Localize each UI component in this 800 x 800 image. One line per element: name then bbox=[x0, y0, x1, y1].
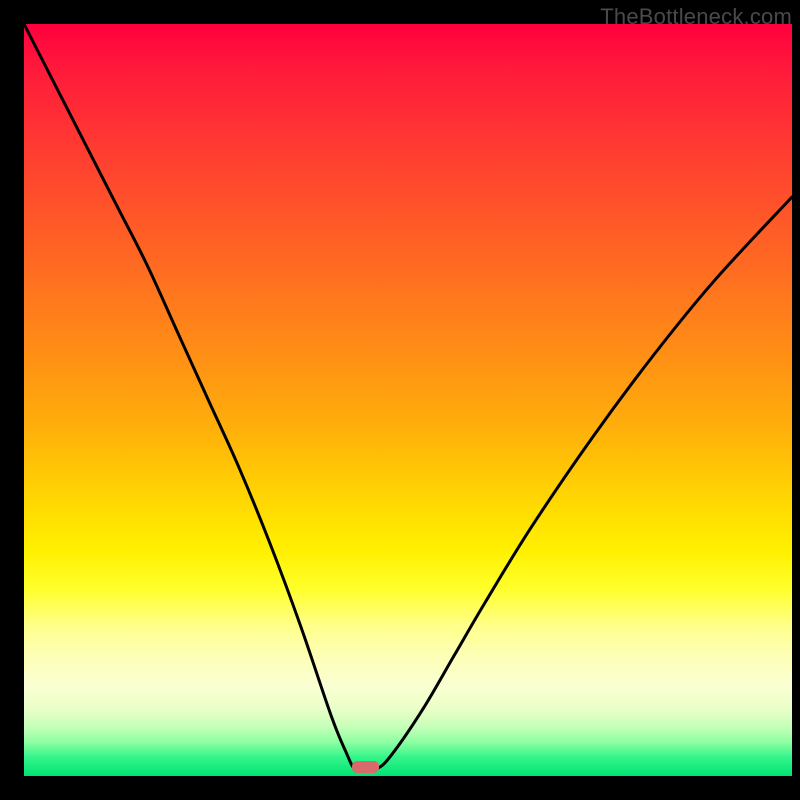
curve-layer bbox=[24, 24, 792, 776]
bottleneck-curve bbox=[24, 24, 792, 770]
chart-frame: TheBottleneck.com bbox=[0, 0, 800, 800]
optimal-marker bbox=[352, 761, 379, 773]
watermark-text: TheBottleneck.com bbox=[600, 4, 792, 30]
plot-area bbox=[24, 24, 792, 776]
